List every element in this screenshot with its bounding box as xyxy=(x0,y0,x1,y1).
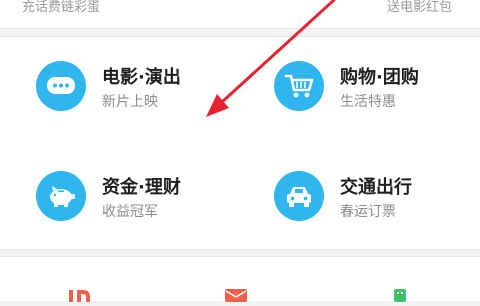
promo-text-right[interactable]: 送电影红包 xyxy=(387,0,452,15)
piggy-bank-icon xyxy=(36,171,86,221)
phone-icon[interactable] xyxy=(392,287,408,306)
service-title: 资金·理财 xyxy=(102,177,181,198)
bottom-services-row xyxy=(0,256,480,302)
service-subtitle: 收益冠军 xyxy=(102,204,158,220)
shopping-cart-icon xyxy=(274,61,324,111)
service-tile-shopping[interactable]: 购物·团购 生活特惠 xyxy=(274,51,480,121)
service-title: 交通出行 xyxy=(340,177,412,198)
service-title: 电影·演出 xyxy=(102,67,181,88)
chat-bubble-icon xyxy=(36,61,86,111)
service-subtitle: 春运订票 xyxy=(340,204,396,220)
service-subtitle: 生活特惠 xyxy=(340,94,396,110)
services-panel: 电影·演出 新片上映 购物·团购 生活特惠 资金·理财 收益冠军 交通出行 春运… xyxy=(0,36,480,250)
envelope-icon[interactable] xyxy=(224,287,248,306)
service-title: 购物·团购 xyxy=(340,67,419,88)
id-icon[interactable] xyxy=(68,287,92,306)
car-icon xyxy=(274,171,324,221)
service-tile-movie[interactable]: 电影·演出 新片上映 xyxy=(36,51,256,121)
service-subtitle: 新片上映 xyxy=(102,94,158,110)
top-banner: 充话费链彩蛋 送电影红包 xyxy=(0,0,480,29)
service-tile-finance[interactable]: 资金·理财 收益冠军 xyxy=(36,161,256,231)
promo-text-left[interactable]: 充话费链彩蛋 xyxy=(22,0,100,15)
service-tile-transport[interactable]: 交通出行 春运订票 xyxy=(274,161,480,231)
